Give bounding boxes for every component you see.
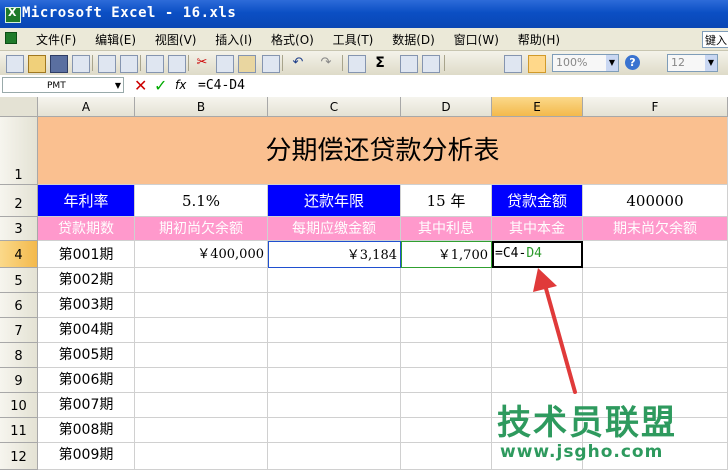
watermark-url: www.jsgho.com bbox=[500, 442, 664, 462]
watermark: 技术员联盟 www.jsgho.com bbox=[497, 395, 727, 470]
watermark-text: 技术员联盟 bbox=[497, 403, 677, 443]
